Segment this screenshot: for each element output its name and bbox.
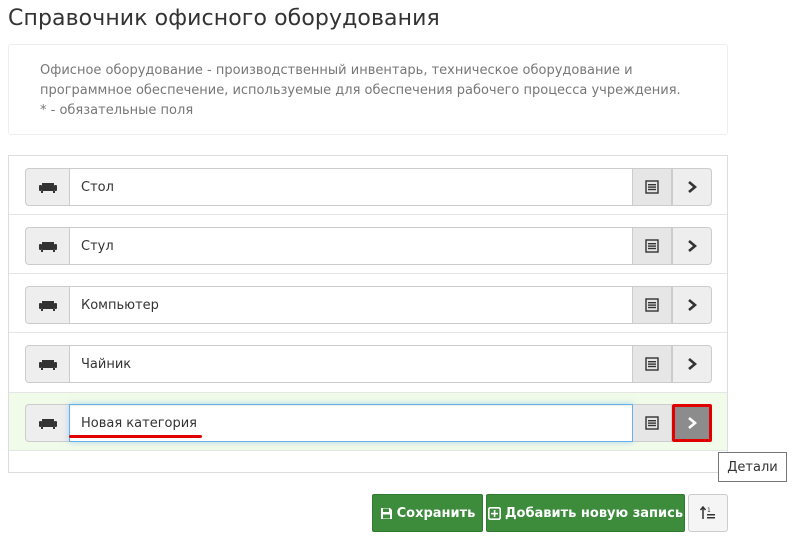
item-name-input[interactable] [69, 286, 633, 324]
floppy-disk-icon [380, 507, 393, 520]
sofa-icon [25, 286, 69, 324]
add-record-button[interactable]: Добавить новую запись [486, 494, 685, 532]
chevron-right-icon [687, 181, 697, 193]
save-button-label: Сохранить [396, 505, 476, 521]
list-button[interactable] [633, 286, 672, 324]
chevron-right-icon [687, 417, 697, 429]
list-button[interactable] [633, 404, 672, 442]
list-icon [645, 298, 659, 312]
list-item [9, 156, 727, 215]
list-icon [645, 357, 659, 371]
chevron-right-icon [687, 358, 697, 370]
page-title: Справочник офисного оборудования [8, 6, 440, 31]
svg-text:1: 1 [707, 507, 711, 514]
details-button[interactable] [672, 227, 712, 265]
details-button[interactable] [672, 168, 712, 206]
list-item [9, 215, 727, 274]
save-button[interactable]: Сохранить [372, 494, 483, 532]
list-button[interactable] [633, 345, 672, 383]
chevron-right-icon [687, 240, 697, 252]
annotation-underline [69, 435, 202, 438]
sofa-icon [25, 227, 69, 265]
list-icon [645, 239, 659, 253]
sort-numeric-icon: 1 [700, 506, 716, 520]
details-tooltip: Детали [718, 452, 787, 482]
list-button[interactable] [633, 227, 672, 265]
item-name-input[interactable] [69, 227, 633, 265]
description-line: программное обеспечение, используемые дл… [40, 83, 681, 98]
description-panel: Офисное оборудование - производственный … [8, 44, 728, 135]
list-icon [645, 416, 659, 430]
item-input-group [25, 168, 712, 206]
details-button[interactable] [672, 286, 712, 324]
sofa-icon [25, 345, 69, 383]
description-line: Офисное оборудование - производственный … [40, 63, 633, 78]
item-input-group [25, 286, 712, 324]
plus-square-icon [487, 506, 501, 520]
list-item-new [9, 392, 727, 451]
equipment-list-panel [8, 155, 728, 473]
list-item [9, 333, 727, 392]
required-fields-note: * - обязательные поля [40, 103, 194, 118]
sofa-icon [25, 168, 69, 206]
item-input-group [25, 345, 712, 383]
list-item [9, 274, 727, 333]
sort-button[interactable]: 1 [688, 494, 728, 532]
item-name-input[interactable] [69, 168, 633, 206]
list-button[interactable] [633, 168, 672, 206]
add-record-button-label: Добавить новую запись [504, 505, 684, 521]
details-button[interactable] [672, 404, 712, 442]
list-icon [645, 180, 659, 194]
sofa-icon [25, 404, 69, 442]
item-input-group [25, 227, 712, 265]
details-button[interactable] [672, 345, 712, 383]
chevron-right-icon [687, 299, 697, 311]
item-name-input[interactable] [69, 345, 633, 383]
